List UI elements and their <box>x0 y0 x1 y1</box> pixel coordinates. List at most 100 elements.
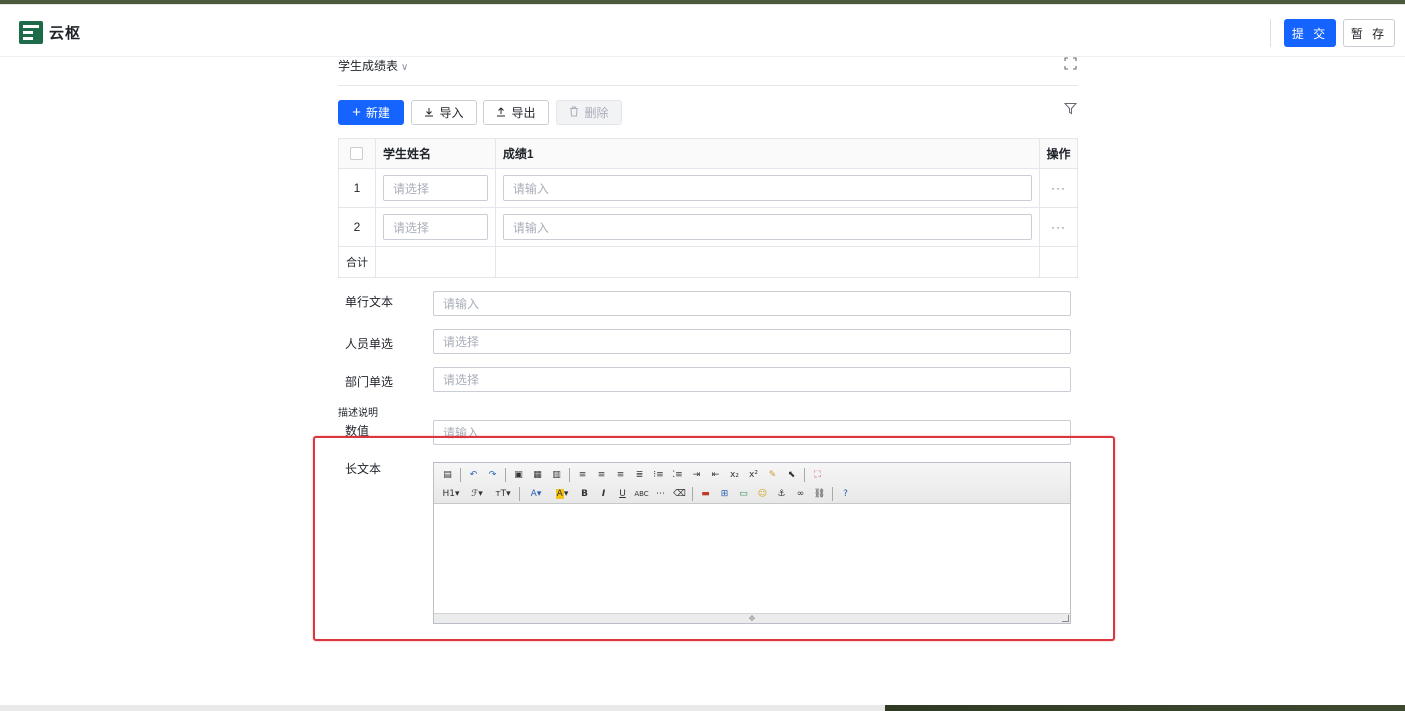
more-icon[interactable]: ··· <box>1051 181 1066 195</box>
align-left-icon[interactable]: ≡ <box>574 467 591 483</box>
table-header: 学生姓名 成绩1 操作 <box>339 139 1077 169</box>
summary-cell <box>1040 247 1077 277</box>
align-right-icon[interactable]: ≡ <box>612 467 629 483</box>
rich-text-editor: ▤ ↶ ↷ ▣ ▦ ▥ ≡ ≡ ≡ ≣ ⁝≡ ⁚≡ ⇥ ⇤ x₂ x² ✎ ⬉ … <box>433 462 1071 624</box>
column-header-ops: 操作 <box>1046 147 1071 161</box>
number-label: 数值 <box>345 424 370 438</box>
toolbar-separator <box>692 487 693 501</box>
editor-toolbar: ▤ ↶ ↷ ▣ ▦ ▥ ≡ ≡ ≡ ≣ ⁝≡ ⁚≡ ⇥ ⇤ x₂ x² ✎ ⬉ … <box>434 463 1070 504</box>
sheet-title-text: 学生成绩表 <box>338 59 399 73</box>
fullscreen-icon[interactable] <box>1064 57 1077 70</box>
font-color-icon[interactable]: A ▾ <box>524 486 548 502</box>
table-row: 1 请选择 请输入 ··· <box>339 169 1077 208</box>
strikethrough-icon[interactable]: ABC <box>633 486 650 502</box>
score-input[interactable]: 请输入 <box>502 214 1033 240</box>
insert-row-icon[interactable]: ▭ <box>735 486 752 502</box>
person-select[interactable]: 请选择 <box>433 329 1071 354</box>
resize-grip-icon[interactable] <box>1062 615 1069 622</box>
table-row: 2 请选择 请输入 ··· <box>339 208 1077 247</box>
emoji-icon[interactable]: ☺ <box>754 486 771 502</box>
undo-icon[interactable]: ↶ <box>465 467 482 483</box>
insert-table-icon[interactable]: ⊞ <box>716 486 733 502</box>
insert-frame-icon[interactable]: ▣ <box>510 467 527 483</box>
row-index: 2 <box>339 208 376 246</box>
department-select[interactable]: 请选择 <box>433 367 1071 392</box>
subscript-icon[interactable]: x₂ <box>726 467 743 483</box>
toolbar-separator <box>804 468 805 482</box>
bold-icon[interactable]: B <box>576 486 593 502</box>
link-icon[interactable]: ∞ <box>792 486 809 502</box>
background-color-icon[interactable]: A ▾ <box>550 486 574 502</box>
justify-icon[interactable]: ≣ <box>631 467 648 483</box>
score-input[interactable]: 请输入 <box>502 175 1033 201</box>
single-text-label: 单行文本 <box>345 295 394 309</box>
logo-icon <box>19 21 43 44</box>
save-draft-button[interactable]: 暂 存 <box>1343 19 1395 47</box>
import-button[interactable]: 导入 <box>411 100 477 125</box>
sheet-title[interactable]: 学生成绩表 ∨ <box>338 57 408 74</box>
more-icon[interactable]: ··· <box>1051 220 1066 234</box>
select-all-checkbox[interactable] <box>350 147 364 160</box>
toolbar-separator <box>460 468 461 482</box>
align-center-icon[interactable]: ≡ <box>593 467 610 483</box>
redo-icon[interactable]: ↷ <box>484 467 501 483</box>
fullscreen-icon[interactable]: ⛶ <box>809 467 826 483</box>
student-name-select[interactable]: 请选择 <box>382 214 488 240</box>
unlink-icon[interactable]: ⛓ <box>811 486 828 502</box>
superscript-icon[interactable]: x² <box>745 467 762 483</box>
toolbar-row-1: ▤ ↶ ↷ ▣ ▦ ▥ ≡ ≡ ≡ ≣ ⁝≡ ⁚≡ ⇥ ⇤ x₂ x² ✎ ⬉ … <box>439 466 1065 484</box>
anchor-icon[interactable]: ⚓ <box>773 486 790 502</box>
desktop-background <box>0 705 1405 711</box>
underline-icon[interactable]: U <box>614 486 631 502</box>
app-header: 云枢 提 交 暂 存 <box>0 5 1405 57</box>
submit-button[interactable]: 提 交 <box>1284 19 1336 47</box>
paste-icon[interactable]: ▦ <box>529 467 546 483</box>
format-brush-icon[interactable]: ✎ <box>764 467 781 483</box>
clear-format-icon[interactable]: ⌫ <box>671 486 688 502</box>
export-icon <box>496 106 506 120</box>
help-icon[interactable]: ? <box>837 486 854 502</box>
summary-label: 合计 <box>339 247 376 277</box>
select-all-icon[interactable]: ⬉ <box>783 467 800 483</box>
export-button-label: 导出 <box>511 106 536 120</box>
number-input[interactable]: 请输入 <box>433 420 1071 445</box>
insert-image-icon[interactable]: ▬ <box>697 486 714 502</box>
toolbar-separator <box>519 487 520 501</box>
unordered-list-icon[interactable]: ⁚≡ <box>669 467 686 483</box>
divider <box>338 85 1078 86</box>
outdent-icon[interactable]: ⇤ <box>707 467 724 483</box>
paste-text-icon[interactable]: ▥ <box>548 467 565 483</box>
toolbar-separator <box>832 487 833 501</box>
app-logo: 云枢 <box>19 21 81 44</box>
source-icon[interactable]: ▤ <box>439 467 456 483</box>
font-size-icon[interactable]: тT ▾ <box>491 486 515 502</box>
delete-button-label: 删除 <box>584 106 609 120</box>
student-name-select[interactable]: 请选择 <box>382 175 488 201</box>
new-button[interactable]: + 新建 <box>338 100 404 125</box>
chevron-down-icon: ∨ <box>401 62 409 73</box>
long-text-label: 长文本 <box>345 462 382 476</box>
italic-icon[interactable]: I <box>595 486 612 502</box>
ordered-list-icon[interactable]: ⁝≡ <box>650 467 667 483</box>
editor-resize-bar[interactable]: ✥ <box>434 613 1070 623</box>
trash-icon <box>569 106 579 120</box>
logo-text: 云枢 <box>49 25 82 42</box>
editor-content-area[interactable] <box>434 504 1070 614</box>
indent-icon[interactable]: ⇥ <box>688 467 705 483</box>
export-button[interactable]: 导出 <box>483 100 549 125</box>
heading-icon[interactable]: H1 ▾ <box>439 486 463 502</box>
person-select-label: 人员单选 <box>345 337 394 351</box>
row-index: 1 <box>339 169 376 207</box>
toolbar-row-2: H1 ▾ ℱ ▾ тT ▾ A ▾ A ▾ B I U ABC ⋯ ⌫ ▬ ⊞ ▭ ☺ ⚓… <box>439 485 1065 503</box>
toolbar-separator <box>505 468 506 482</box>
filter-icon[interactable] <box>1063 102 1078 116</box>
new-button-label: 新建 <box>365 106 390 120</box>
single-text-input[interactable]: 请输入 <box>433 291 1071 316</box>
header-divider <box>1270 19 1271 47</box>
table-summary-row: 合计 <box>339 247 1077 277</box>
font-family-icon[interactable]: ℱ ▾ <box>465 486 489 502</box>
plus-icon: + <box>352 104 361 121</box>
horizontal-rule-icon[interactable]: ⋯ <box>652 486 669 502</box>
delete-button[interactable]: 删除 <box>556 100 622 125</box>
summary-cell <box>496 247 1041 277</box>
